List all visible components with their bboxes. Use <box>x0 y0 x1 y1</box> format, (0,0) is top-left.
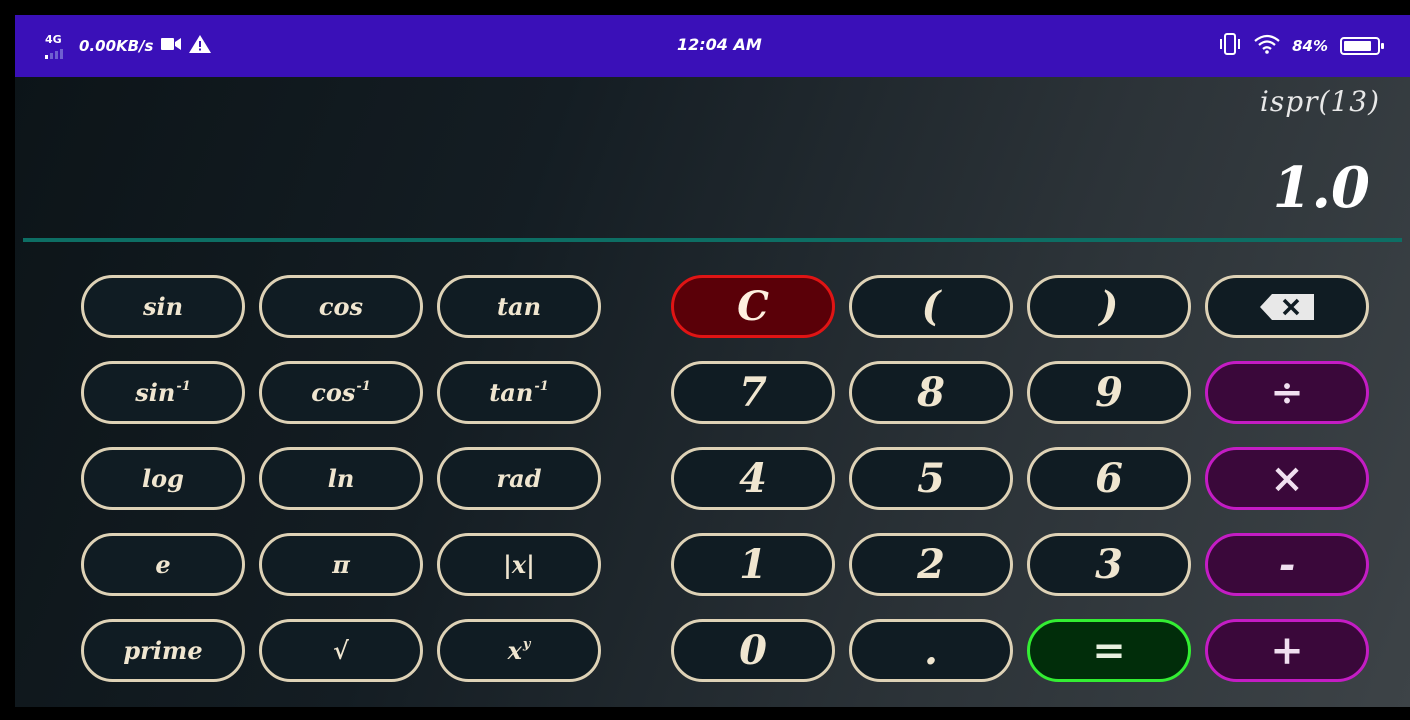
digit-9-button[interactable]: 9 <box>1027 361 1191 424</box>
pi-label: π <box>332 550 350 579</box>
arctan-button[interactable]: tan -1 <box>437 361 601 424</box>
arcsin-label: sin <box>135 378 176 407</box>
status-right: 84% <box>1218 33 1384 59</box>
divide-button[interactable]: ÷ <box>1205 361 1369 424</box>
plus-button[interactable]: + <box>1205 619 1369 682</box>
digit-0-label: 0 <box>739 627 767 674</box>
signal-icon: 4G <box>45 33 71 59</box>
digit-2-button[interactable]: 2 <box>849 533 1013 596</box>
digit-3-label: 3 <box>1095 541 1123 588</box>
prime-label: prime <box>123 636 203 665</box>
status-time: 12:04 AM <box>677 35 762 54</box>
digit-0-button[interactable]: 0 <box>671 619 835 682</box>
equals-button[interactable]: = <box>1027 619 1191 682</box>
arccos-button[interactable]: cos -1 <box>259 361 423 424</box>
decimal-label: . <box>924 627 938 674</box>
battery-icon <box>1340 37 1384 55</box>
network-type: 4G <box>45 33 62 46</box>
minus-button[interactable]: - <box>1205 533 1369 596</box>
digit-2-label: 2 <box>917 541 945 588</box>
decimal-button[interactable]: . <box>849 619 1013 682</box>
rad-button[interactable]: rad <box>437 447 601 510</box>
digit-7-button[interactable]: 7 <box>671 361 835 424</box>
digit-4-label: 4 <box>739 455 767 502</box>
clear-label: C <box>737 283 769 330</box>
arctan-superscript: -1 <box>534 379 549 394</box>
pi-button[interactable]: π <box>259 533 423 596</box>
video-camera-icon <box>161 37 182 55</box>
ln-label: ln <box>327 464 355 493</box>
digit-1-label: 1 <box>739 541 767 588</box>
display-divider <box>23 238 1402 242</box>
cos-button[interactable]: cos <box>259 275 423 338</box>
open-paren-label: ( <box>921 283 941 330</box>
abs-label: |x| <box>503 550 535 579</box>
battery-percent: 84% <box>1292 37 1328 55</box>
tan-button[interactable]: tan <box>437 275 601 338</box>
tan-label: tan <box>496 292 542 321</box>
digit-3-button[interactable]: 3 <box>1027 533 1191 596</box>
log-button[interactable]: log <box>81 447 245 510</box>
plus-label: + <box>1270 627 1304 674</box>
digit-4-button[interactable]: 4 <box>671 447 835 510</box>
arcsin-button[interactable]: sin -1 <box>81 361 245 424</box>
close-paren-button[interactable]: ) <box>1027 275 1191 338</box>
digit-8-label: 8 <box>917 369 945 416</box>
network-speed: 0.00KB/s <box>79 37 154 55</box>
arcsin-superscript: -1 <box>176 379 191 394</box>
digit-9-label: 9 <box>1095 369 1123 416</box>
backspace-icon <box>1260 293 1314 320</box>
open-paren-button[interactable]: ( <box>849 275 1013 338</box>
sin-label: sin <box>142 292 184 321</box>
status-left: 4G 0.00KB/s <box>45 33 212 59</box>
arccos-label: cos <box>311 378 356 407</box>
expression-display: ispr(13) <box>1259 85 1380 118</box>
ln-button[interactable]: ln <box>259 447 423 510</box>
digit-6-label: 6 <box>1095 455 1123 502</box>
multiply-label: × <box>1270 455 1304 502</box>
digit-1-button[interactable]: 1 <box>671 533 835 596</box>
power-button[interactable]: xy <box>437 619 601 682</box>
digit-5-label: 5 <box>917 455 945 502</box>
close-paren-label: ) <box>1099 283 1119 330</box>
power-exponent-label: y <box>522 637 531 652</box>
sqrt-button[interactable]: √ <box>259 619 423 682</box>
calculator-screen: 4G 0.00KB/s 12:04 AM 84% ispr(13) 1.0 si… <box>15 15 1410 707</box>
minus-label: - <box>1278 541 1296 588</box>
e-button[interactable]: e <box>81 533 245 596</box>
power-base-label: x <box>507 636 522 665</box>
warning-icon <box>189 35 212 57</box>
equals-label: = <box>1092 627 1126 674</box>
sqrt-label: √ <box>333 636 349 665</box>
divide-label: ÷ <box>1270 369 1304 416</box>
cos-label: cos <box>318 292 364 321</box>
digit-8-button[interactable]: 8 <box>849 361 1013 424</box>
vibrate-icon <box>1218 33 1242 59</box>
rad-label: rad <box>496 464 542 493</box>
e-label: e <box>155 550 171 579</box>
abs-button[interactable]: |x| <box>437 533 601 596</box>
wifi-icon <box>1254 34 1280 58</box>
status-bar: 4G 0.00KB/s 12:04 AM 84% <box>15 15 1410 77</box>
digit-6-button[interactable]: 6 <box>1027 447 1191 510</box>
clear-button[interactable]: C <box>671 275 835 338</box>
prime-button[interactable]: prime <box>81 619 245 682</box>
arccos-superscript: -1 <box>356 379 371 394</box>
arctan-label: tan <box>489 378 534 407</box>
digit-7-label: 7 <box>739 369 767 416</box>
multiply-button[interactable]: × <box>1205 447 1369 510</box>
backspace-button[interactable] <box>1205 275 1369 338</box>
log-label: log <box>142 464 184 493</box>
sin-button[interactable]: sin <box>81 275 245 338</box>
result-display: 1.0 <box>1272 155 1370 221</box>
digit-5-button[interactable]: 5 <box>849 447 1013 510</box>
